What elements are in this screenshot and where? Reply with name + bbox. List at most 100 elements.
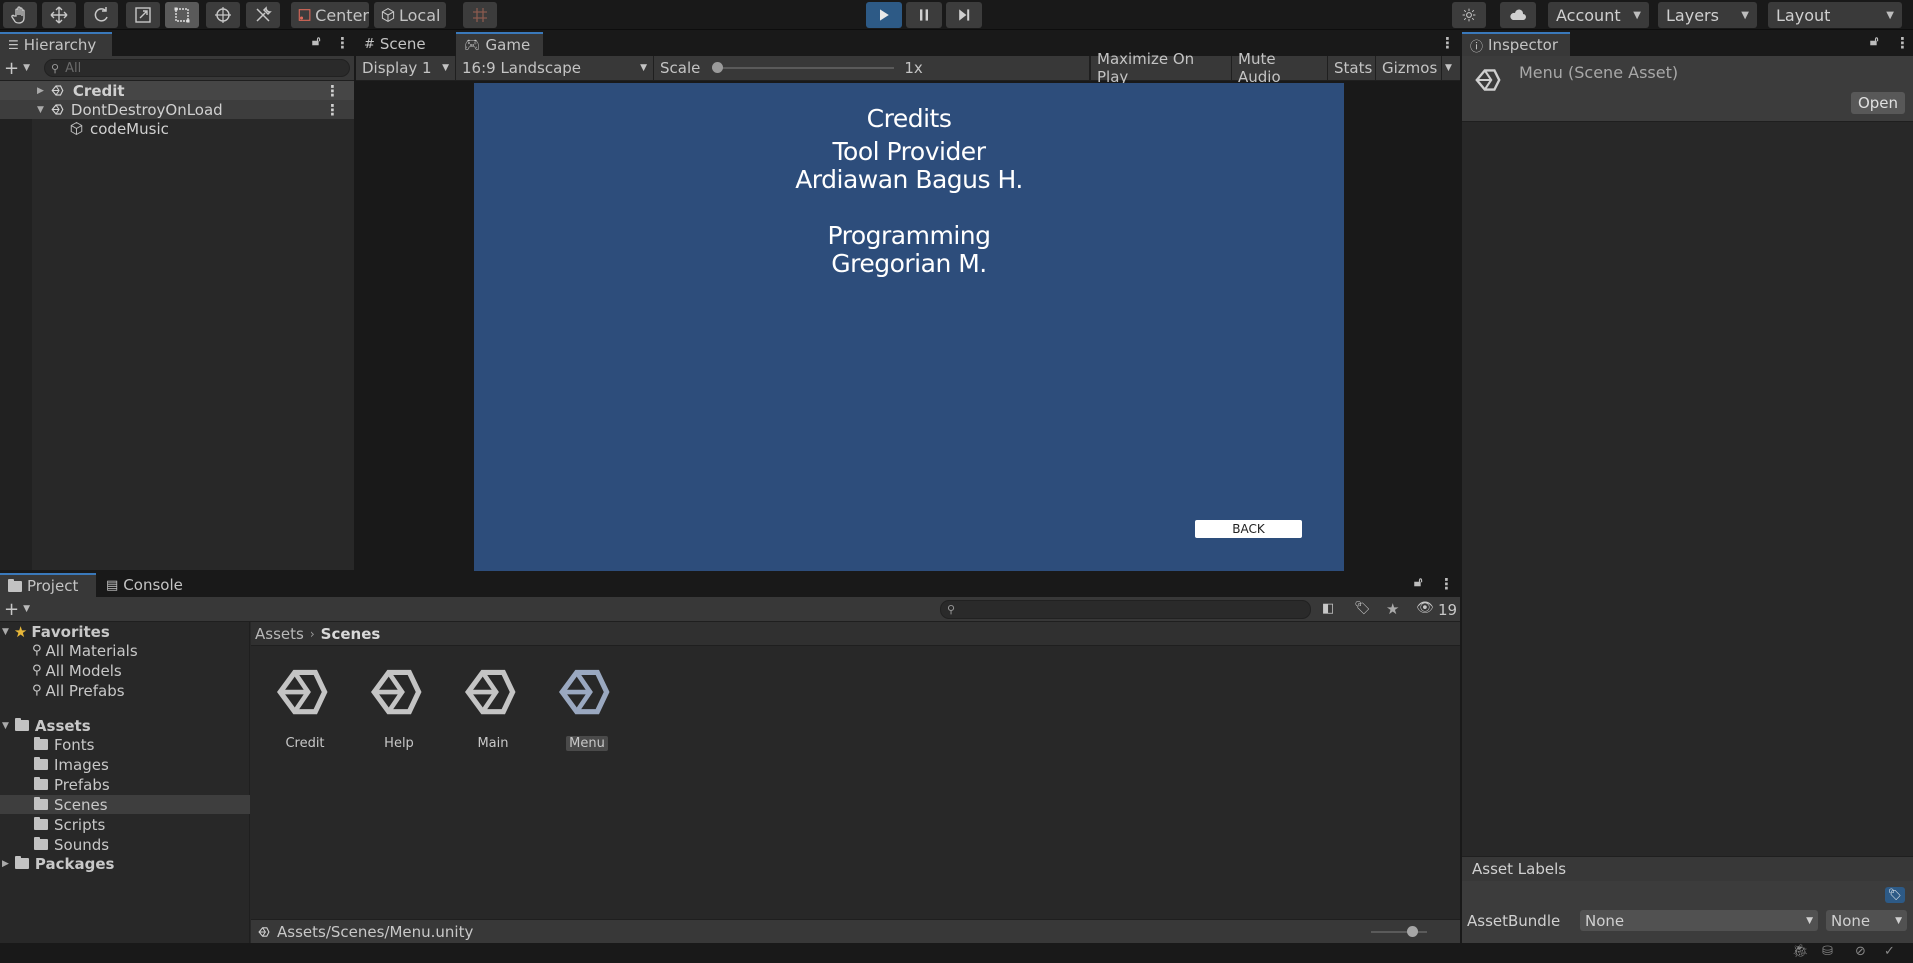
- tab-hierarchy[interactable]: ☰ Hierarchy: [0, 32, 112, 56]
- filter-by-label-icon[interactable]: 🏷︎: [1354, 601, 1371, 616]
- rect-tool-button[interactable]: [165, 2, 199, 28]
- packages-node[interactable]: ▶ Packages: [0, 854, 250, 873]
- expand-arrow-icon[interactable]: ▼: [37, 105, 44, 115]
- chevron-down-icon[interactable]: ▼: [23, 63, 30, 73]
- lock-icon[interactable]: 🔓︎: [1870, 34, 1878, 49]
- chevron-down-icon[interactable]: ▼: [23, 604, 30, 614]
- progress-icon[interactable]: ⊘: [1855, 944, 1866, 959]
- filter-by-type-icon[interactable]: ◧: [1322, 601, 1334, 616]
- expand-arrow-icon[interactable]: ▼: [2, 721, 9, 731]
- scale-tool-button[interactable]: [126, 2, 160, 28]
- unity-scene-icon: [258, 926, 270, 937]
- hidden-packages-icon[interactable]: 👁︎: [1416, 600, 1434, 616]
- kebab-menu-icon[interactable]: ⋮: [1439, 575, 1454, 593]
- breadcrumb-scenes[interactable]: Scenes: [321, 625, 381, 643]
- services-button[interactable]: [1452, 2, 1486, 28]
- grid-snap-button[interactable]: [463, 2, 497, 28]
- scale-slider[interactable]: [712, 61, 895, 75]
- credit-name-programming: Gregorian M.: [831, 249, 987, 278]
- folder-scripts[interactable]: Scripts: [0, 815, 250, 834]
- breadcrumb-assets[interactable]: Assets: [255, 625, 304, 643]
- project-tabbar: Project ▤ Console 🔓︎ ⋮: [0, 573, 1460, 597]
- aspect-dropdown[interactable]: 16:9 Landscape ▼: [456, 56, 654, 80]
- pause-button[interactable]: [906, 2, 942, 28]
- account-dropdown[interactable]: Account ▼: [1548, 2, 1649, 28]
- add-icon[interactable]: +: [4, 599, 19, 620]
- kebab-menu-icon[interactable]: ⋮: [1895, 34, 1910, 52]
- variant-dropdown[interactable]: None ▼: [1826, 910, 1907, 931]
- asset-main[interactable]: Main: [448, 660, 538, 751]
- folder-icon: [34, 817, 48, 830]
- tab-project[interactable]: Project: [0, 573, 96, 597]
- folder-sounds[interactable]: Sounds: [0, 835, 250, 854]
- gizmos-dropdown[interactable]: ▼: [1442, 56, 1460, 80]
- kebab-menu-icon[interactable]: ⋮: [335, 34, 350, 52]
- assetbundle-dropdown[interactable]: None ▼: [1580, 910, 1818, 931]
- checkmark-icon[interactable]: ✓: [1884, 944, 1895, 959]
- folder-fonts[interactable]: Fonts: [0, 735, 250, 754]
- star-icon[interactable]: ★: [1386, 600, 1399, 618]
- add-icon[interactable]: +: [4, 58, 19, 79]
- tag-icon[interactable]: 🏷︎: [1885, 887, 1905, 903]
- open-button[interactable]: Open: [1851, 92, 1905, 114]
- favorite-all-models[interactable]: ⚲ All Models: [32, 661, 122, 680]
- folder-icon: [34, 737, 48, 750]
- debug-icon[interactable]: 🐞︎: [1792, 944, 1809, 959]
- cloud-button[interactable]: [1500, 2, 1536, 28]
- favorite-all-materials[interactable]: ⚲ All Materials: [32, 641, 138, 660]
- favorites-node[interactable]: ▼ ★ Favorites: [0, 622, 250, 641]
- kebab-menu-icon[interactable]: ⋮: [1440, 34, 1455, 52]
- hand-tool-button[interactable]: [3, 2, 37, 28]
- slider-thumb[interactable]: [712, 62, 724, 73]
- custom-tool-button[interactable]: [246, 2, 280, 28]
- folder-scenes[interactable]: Scenes: [0, 795, 250, 814]
- hierarchy-item-credit[interactable]: ▶ Credit ⋮: [0, 81, 354, 100]
- project-search-input[interactable]: ⚲: [940, 600, 1311, 619]
- back-button[interactable]: BACK: [1195, 520, 1302, 538]
- maximize-on-play-toggle[interactable]: Maximize On Play: [1090, 50, 1232, 86]
- stats-toggle[interactable]: Stats: [1328, 56, 1376, 80]
- folder-icon: [34, 757, 48, 770]
- gizmos-toggle[interactable]: Gizmos: [1376, 56, 1442, 80]
- expand-arrow-icon[interactable]: ▼: [2, 627, 9, 637]
- pivot-center-toggle[interactable]: Center: [291, 2, 369, 28]
- asset-menu[interactable]: Menu: [542, 660, 632, 751]
- expand-arrow-icon[interactable]: ▶: [2, 859, 9, 869]
- layout-dropdown[interactable]: Layout ▼: [1768, 2, 1902, 28]
- move-tool-button[interactable]: [42, 2, 76, 28]
- favorite-all-prefabs[interactable]: ⚲ All Prefabs: [32, 681, 125, 700]
- slider-thumb[interactable]: [1407, 926, 1418, 937]
- hierarchy-item-codemusic[interactable]: codeMusic: [0, 119, 354, 138]
- pivot-local-toggle[interactable]: Local: [374, 2, 446, 28]
- rotate-tool-button[interactable]: [84, 2, 118, 28]
- tab-game[interactable]: 🎮︎ Game: [456, 32, 543, 56]
- layers-label: Layers: [1666, 5, 1719, 25]
- chevron-down-icon: ▼: [1886, 9, 1894, 21]
- layers-dropdown[interactable]: Layers ▼: [1658, 2, 1757, 28]
- asset-credit[interactable]: Credit: [260, 660, 350, 751]
- display-dropdown[interactable]: Display 1 ▼: [356, 56, 456, 80]
- icon-size-slider[interactable]: [1371, 926, 1427, 938]
- mute-audio-toggle[interactable]: Mute Audio: [1232, 50, 1328, 86]
- step-button[interactable]: [946, 2, 982, 28]
- asset-label: Help: [384, 736, 414, 751]
- tab-inspector[interactable]: ⓘ Inspector: [1462, 32, 1570, 56]
- folder-images[interactable]: Images: [0, 755, 250, 774]
- kebab-menu-icon[interactable]: ⋮: [325, 82, 340, 100]
- transform-tool-button[interactable]: [206, 2, 240, 28]
- expand-arrow-icon[interactable]: ▶: [37, 86, 44, 96]
- hierarchy-item-dontdestroyonload[interactable]: ▼ DontDestroyOnLoad ⋮: [0, 100, 354, 119]
- folder-prefabs[interactable]: Prefabs: [0, 775, 250, 794]
- hierarchy-search-input[interactable]: ⚲ All: [44, 59, 351, 77]
- play-button[interactable]: [866, 2, 902, 28]
- folder-label: Sounds: [54, 835, 110, 854]
- kebab-menu-icon[interactable]: ⋮: [325, 101, 340, 119]
- lock-icon[interactable]: 🔓︎: [1414, 575, 1422, 590]
- tab-console[interactable]: ▤ Console: [98, 573, 198, 597]
- cache-server-icon[interactable]: ⛁: [1822, 944, 1833, 959]
- tab-scene[interactable]: # Scene: [356, 32, 452, 56]
- assets-node[interactable]: ▼ Assets: [0, 716, 250, 735]
- search-icon: ⚲: [51, 61, 60, 75]
- lock-icon[interactable]: 🔓︎: [312, 34, 320, 49]
- asset-help[interactable]: Help: [354, 660, 444, 751]
